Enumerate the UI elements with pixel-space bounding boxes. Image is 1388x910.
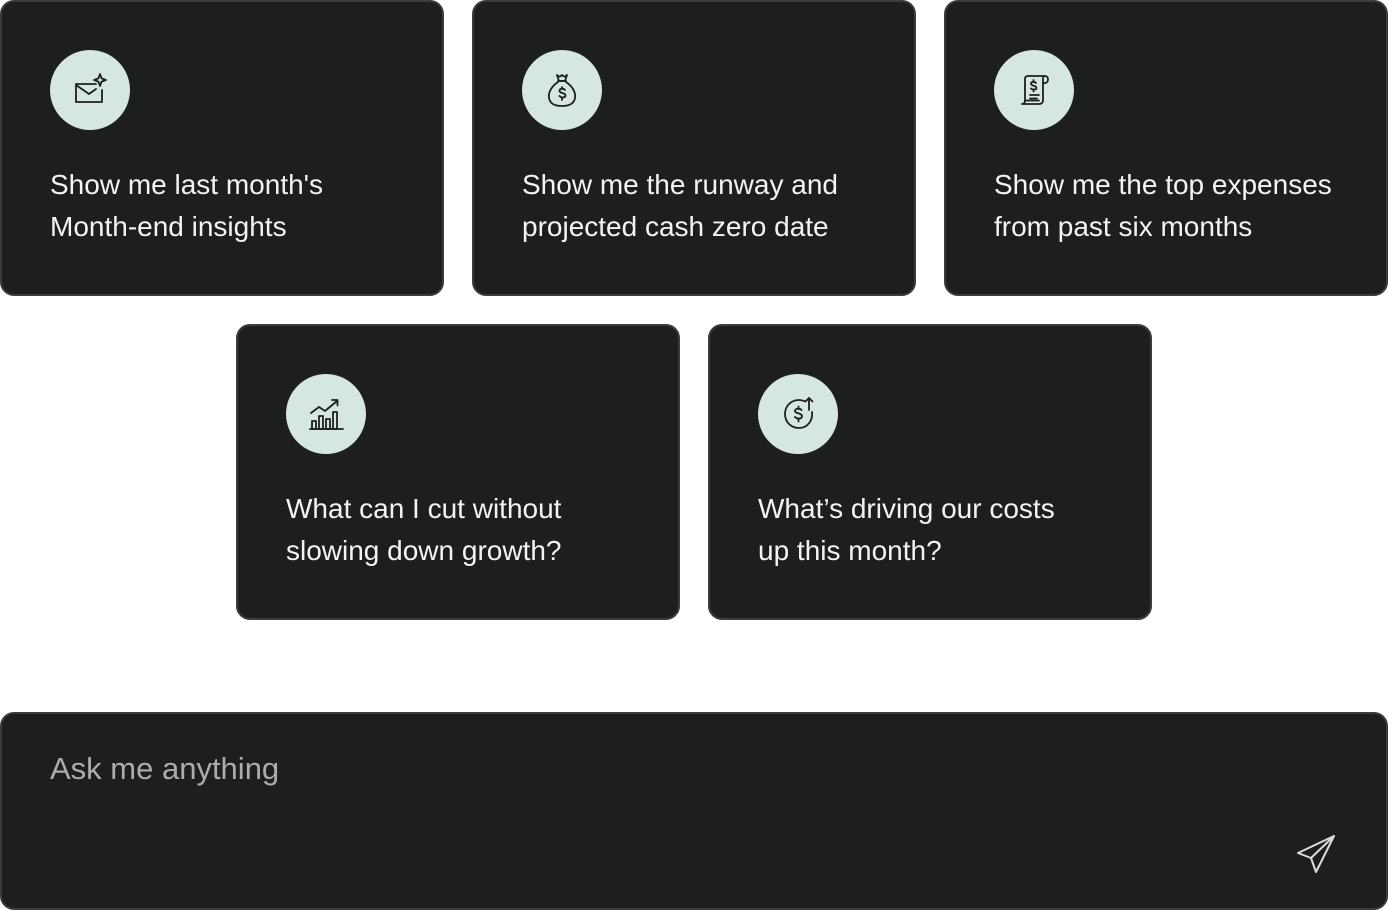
growth-chart-icon	[286, 374, 366, 454]
suggestion-card-runway[interactable]: Show me the runway and projected cash ze…	[472, 0, 916, 296]
suggestion-text: What can I cut without slowing down grow…	[286, 493, 562, 566]
suggestion-card-top-expenses[interactable]: Show me the top expenses from past six m…	[944, 0, 1388, 296]
receipt-dollar-icon	[994, 50, 1074, 130]
suggestion-text: What’s driving our costs up this month?	[758, 493, 1055, 566]
send-icon	[1297, 835, 1335, 873]
mail-sparkle-icon	[50, 50, 130, 130]
dollar-up-icon	[758, 374, 838, 454]
suggestion-card-cost-drivers[interactable]: What’s driving our costs up this month?	[708, 324, 1152, 620]
suggestion-card-month-end-insights[interactable]: Show me last month's Month-end insights	[0, 0, 444, 296]
chat-composer	[0, 712, 1388, 910]
chat-input[interactable]	[50, 744, 1250, 794]
suggestion-text: Show me the top expenses from past six m…	[994, 169, 1332, 242]
money-bag-icon	[522, 50, 602, 130]
suggestion-text: Show me the runway and projected cash ze…	[522, 169, 838, 242]
send-button[interactable]	[1292, 830, 1340, 878]
suggestion-text: Show me last month's Month-end insights	[50, 169, 324, 242]
suggestion-card-cut-costs[interactable]: What can I cut without slowing down grow…	[236, 324, 680, 620]
